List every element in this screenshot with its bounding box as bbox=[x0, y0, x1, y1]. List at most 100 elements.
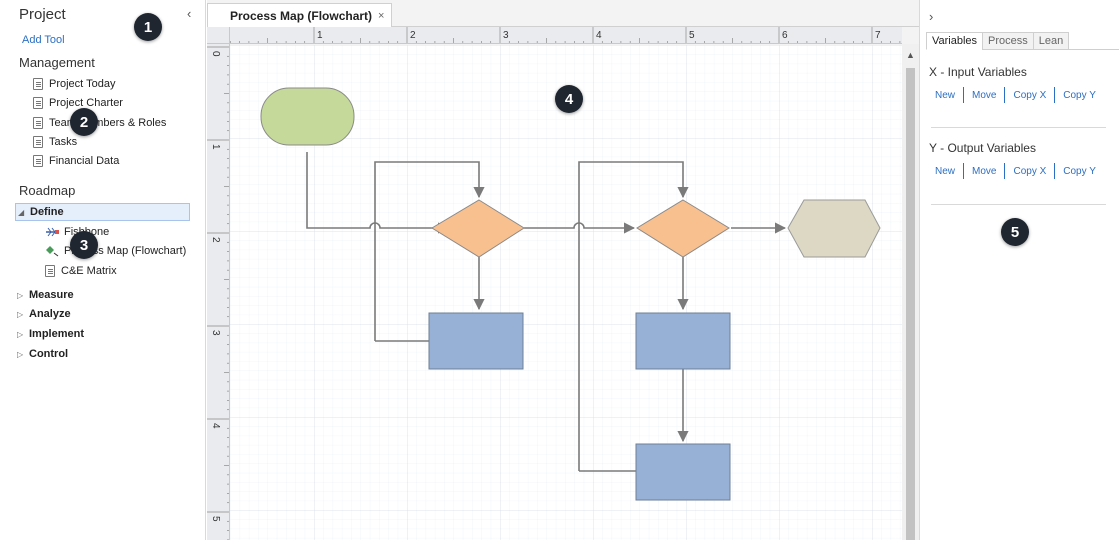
copy-x-button[interactable]: Copy X bbox=[1013, 90, 1046, 101]
output-variables-heading: Y - Output Variables bbox=[929, 141, 1036, 155]
tab-variables[interactable]: Variables bbox=[926, 32, 983, 50]
tree-item-project-today[interactable]: Project Today bbox=[33, 75, 115, 93]
tree-item-label: Tasks bbox=[49, 136, 78, 148]
tree-item-label: Financial Data bbox=[49, 155, 120, 167]
editor-area: Process Map (Flowchart) × 1 2 3 4 5 6 7 0 1 2 3 4 5 bbox=[207, 0, 919, 540]
tree-item-label: Project Today bbox=[49, 78, 116, 90]
phase-label: Control bbox=[29, 348, 69, 360]
separator bbox=[963, 87, 965, 103]
collapsed-triangle-icon: ▷ bbox=[17, 349, 24, 359]
properties-panel: › Variables Process Lean X - Input Varia… bbox=[919, 0, 1119, 540]
copy-x-output-button[interactable]: Copy X bbox=[1013, 166, 1046, 177]
copy-y-button[interactable]: Copy Y bbox=[1063, 90, 1096, 101]
phase-label: Implement bbox=[29, 328, 85, 340]
tab-lean[interactable]: Lean bbox=[1032, 32, 1070, 50]
collapsed-triangle-icon: ▷ bbox=[17, 329, 24, 339]
document-icon bbox=[33, 117, 43, 129]
separator bbox=[1054, 163, 1056, 179]
tab-process[interactable]: Process bbox=[982, 32, 1033, 50]
tree-item-financial-data[interactable]: Financial Data bbox=[33, 152, 119, 170]
ruler-label: 1 bbox=[317, 30, 323, 41]
chevron-right-icon[interactable]: › bbox=[929, 9, 933, 24]
callout-badge-1: 1 bbox=[134, 13, 162, 41]
add-tool-link[interactable]: Add Tool bbox=[22, 34, 65, 46]
new-y-button[interactable]: New bbox=[935, 166, 955, 177]
callout-badge-5: 5 bbox=[1001, 218, 1029, 246]
tree-item-ce-matrix[interactable]: C&E Matrix bbox=[45, 262, 117, 280]
separator bbox=[1004, 163, 1006, 179]
document-icon bbox=[33, 155, 43, 167]
vertical-scrollbar[interactable]: ▲ bbox=[902, 44, 919, 540]
ruler-label: 0 bbox=[210, 51, 221, 57]
phase-implement[interactable]: ▷ Implement bbox=[17, 325, 84, 343]
flowchart-canvas[interactable] bbox=[230, 45, 902, 540]
project-panel: Project ‹ Add Tool Management Project To… bbox=[0, 0, 206, 540]
tree-item-tasks[interactable]: Tasks bbox=[33, 133, 77, 151]
process-shape bbox=[428, 312, 524, 370]
collapsed-triangle-icon: ▷ bbox=[17, 309, 24, 319]
ruler-label: 5 bbox=[210, 516, 221, 522]
management-heading: Management bbox=[19, 55, 95, 70]
process-map-icon bbox=[46, 246, 59, 257]
separator bbox=[1054, 87, 1056, 103]
ruler-label: 7 bbox=[875, 30, 881, 41]
ruler-label: 3 bbox=[503, 30, 509, 41]
tab-bar: Process Map (Flowchart) × bbox=[207, 0, 919, 27]
project-panel-title: Project bbox=[19, 6, 66, 23]
collapsed-triangle-icon: ▷ bbox=[17, 290, 24, 300]
roadmap-heading: Roadmap bbox=[19, 183, 76, 198]
flowchart-diagram bbox=[230, 45, 902, 540]
move-y-button[interactable]: Move bbox=[972, 166, 996, 177]
callout-badge-4: 4 bbox=[555, 85, 583, 113]
phase-label: Measure bbox=[29, 289, 74, 301]
ruler-label: 2 bbox=[210, 237, 221, 243]
ruler-label: 4 bbox=[596, 30, 602, 41]
new-x-button[interactable]: New bbox=[935, 90, 955, 101]
phase-define[interactable]: ◢ Define bbox=[15, 203, 190, 221]
tab-process-map[interactable]: Process Map (Flowchart) × bbox=[207, 3, 392, 27]
separator bbox=[963, 163, 965, 179]
document-icon bbox=[45, 265, 55, 277]
input-variables-heading: X - Input Variables bbox=[929, 65, 1027, 79]
phase-label: Analyze bbox=[29, 308, 71, 320]
document-icon bbox=[33, 136, 43, 148]
copy-y-output-button[interactable]: Copy Y bbox=[1063, 166, 1096, 177]
phase-control[interactable]: ▷ Control bbox=[17, 345, 68, 363]
end-shape bbox=[787, 199, 881, 258]
vertical-ruler: 0 1 2 3 4 5 bbox=[207, 44, 230, 540]
process-shape bbox=[635, 312, 731, 370]
tree-item-process-map[interactable]: Process Map (Flowchart) bbox=[45, 242, 186, 260]
fishbone-icon bbox=[46, 227, 59, 237]
tab-label: Process Map (Flowchart) bbox=[230, 8, 373, 23]
close-icon[interactable]: × bbox=[378, 10, 384, 22]
phase-analyze[interactable]: ▷ Analyze bbox=[17, 305, 71, 323]
move-x-button[interactable]: Move bbox=[972, 90, 996, 101]
scroll-up-icon[interactable]: ▲ bbox=[906, 50, 915, 60]
panel-tabs: Variables Process Lean bbox=[926, 32, 1070, 50]
ruler-label: 2 bbox=[410, 30, 416, 41]
process-shape bbox=[635, 443, 731, 501]
ruler-corner bbox=[207, 27, 230, 44]
start-shape bbox=[260, 87, 355, 146]
callout-badge-3: 3 bbox=[70, 231, 98, 259]
document-icon bbox=[33, 78, 43, 90]
callout-badge-2: 2 bbox=[70, 108, 98, 136]
scrollbar-thumb[interactable] bbox=[906, 68, 915, 540]
horizontal-ruler: 1 2 3 4 5 6 7 bbox=[230, 27, 902, 44]
tree-item-label: Team Members & Roles bbox=[49, 117, 167, 129]
separator bbox=[1004, 87, 1006, 103]
phase-measure[interactable]: ▷ Measure bbox=[17, 286, 74, 304]
output-variables-actions: New Move Copy X Copy Y bbox=[935, 163, 1096, 179]
ruler-label: 3 bbox=[210, 330, 221, 336]
chevron-left-icon[interactable]: ‹ bbox=[187, 6, 191, 21]
phase-label: Define bbox=[30, 206, 64, 218]
tree-item-label: C&E Matrix bbox=[61, 265, 117, 277]
ruler-label: 4 bbox=[210, 423, 221, 429]
ruler-label: 5 bbox=[689, 30, 695, 41]
ruler-label: 6 bbox=[782, 30, 788, 41]
section-divider bbox=[931, 127, 1106, 128]
expanded-triangle-icon: ◢ bbox=[18, 207, 25, 217]
tree-item-team-members[interactable]: Team Members & Roles bbox=[33, 114, 166, 132]
ruler-label: 1 bbox=[210, 144, 221, 150]
document-icon bbox=[33, 97, 43, 109]
